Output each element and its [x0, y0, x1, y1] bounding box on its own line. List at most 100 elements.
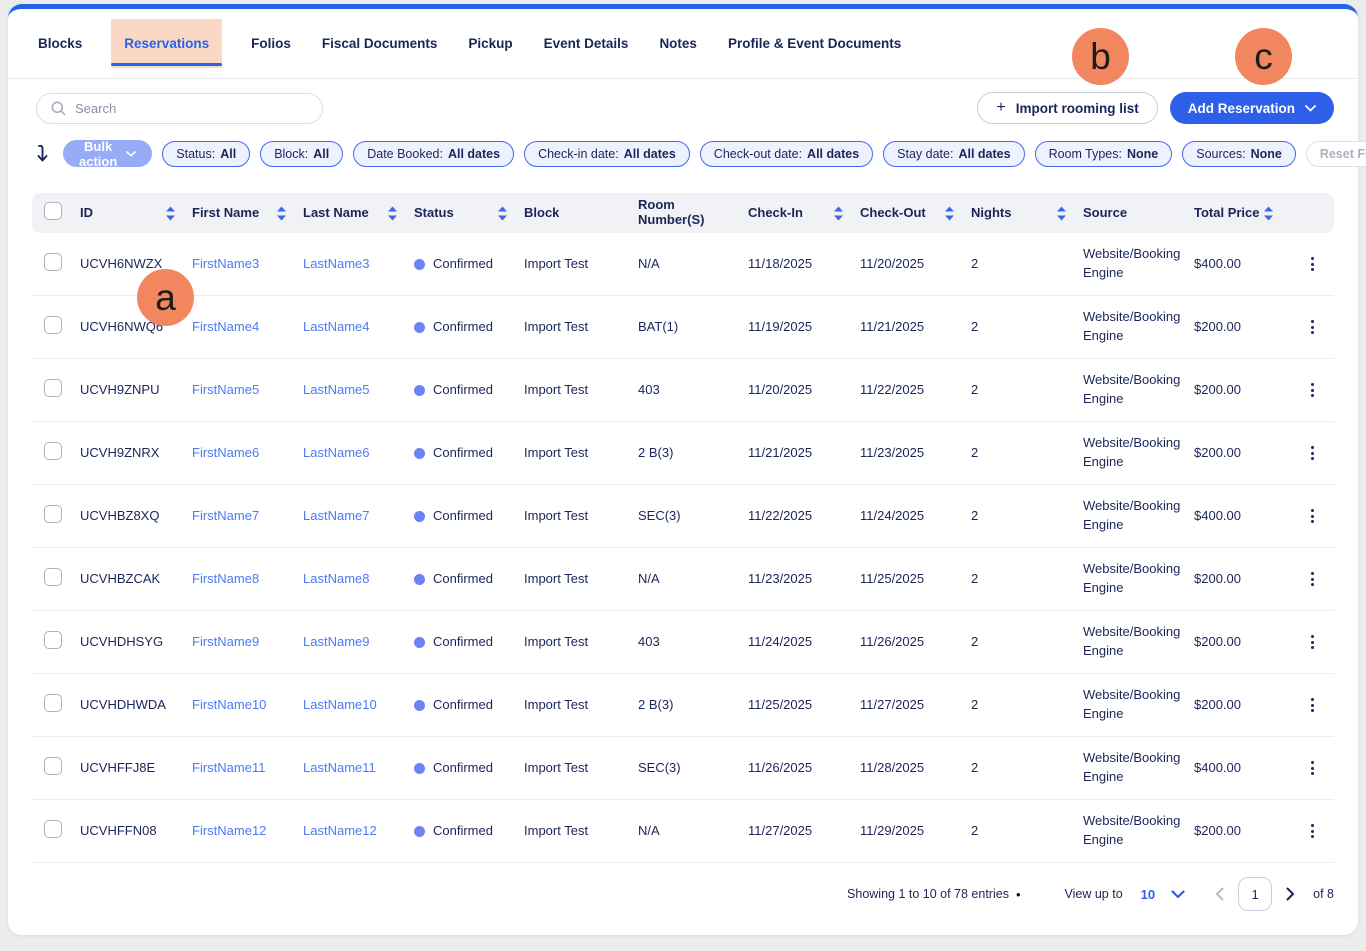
- sort-icon[interactable]: [833, 206, 844, 221]
- last-name-link[interactable]: LastName12: [303, 822, 414, 841]
- tab-profile-event-documents[interactable]: Profile & Event Documents: [726, 19, 903, 68]
- tab-event-details[interactable]: Event Details: [542, 19, 631, 68]
- row-checkbox[interactable]: [44, 757, 62, 775]
- row-menu-button[interactable]: [1305, 253, 1320, 275]
- row-checkbox[interactable]: [44, 442, 62, 460]
- block-cell: Import Test: [524, 381, 638, 400]
- col-header-last-name[interactable]: Last Name: [303, 206, 414, 221]
- last-name-link[interactable]: LastName8: [303, 570, 414, 589]
- search-input[interactable]: [75, 101, 308, 116]
- row-menu-button[interactable]: [1305, 568, 1320, 590]
- row-checkbox[interactable]: [44, 631, 62, 649]
- sort-icon[interactable]: [276, 206, 287, 221]
- last-name-link[interactable]: LastName5: [303, 381, 414, 400]
- first-name-link[interactable]: FirstName6: [192, 444, 303, 463]
- first-name-link[interactable]: FirstName12: [192, 822, 303, 841]
- filter-chip-stay-date[interactable]: Stay date:All dates: [883, 141, 1024, 167]
- export-icon[interactable]: [36, 144, 50, 164]
- col-header-checkin[interactable]: Check-In: [748, 206, 860, 221]
- tab-pickup[interactable]: Pickup: [466, 19, 514, 68]
- tab-fiscal-documents[interactable]: Fiscal Documents: [320, 19, 440, 68]
- last-name-link[interactable]: LastName9: [303, 633, 414, 652]
- first-name-link[interactable]: FirstName5: [192, 381, 303, 400]
- filter-chip-block[interactable]: Block:All: [260, 141, 343, 167]
- last-name-link[interactable]: LastName6: [303, 444, 414, 463]
- checkout-cell: 11/25/2025: [860, 570, 971, 589]
- col-header-status[interactable]: Status: [414, 206, 524, 221]
- add-reservation-button[interactable]: Add Reservation: [1170, 92, 1334, 124]
- row-checkbox[interactable]: [44, 379, 62, 397]
- chip-label: Status:: [176, 147, 215, 161]
- filter-chip-date-booked[interactable]: Date Booked:All dates: [353, 141, 514, 167]
- row-checkbox[interactable]: [44, 568, 62, 586]
- filter-chip-checkout-date[interactable]: Check-out date:All dates: [700, 141, 873, 167]
- reset-filters-button[interactable]: Reset Filters: [1306, 141, 1366, 167]
- last-name-link[interactable]: LastName3: [303, 255, 414, 274]
- col-header-checkout[interactable]: Check-Out: [860, 206, 971, 221]
- last-name-link[interactable]: LastName4: [303, 318, 414, 337]
- room-number-cell: 403: [638, 633, 748, 652]
- tab-reservations[interactable]: Reservations: [111, 19, 222, 68]
- col-header-first-name[interactable]: First Name: [192, 206, 303, 221]
- sort-icon[interactable]: [944, 206, 955, 221]
- status-label: Confirmed: [433, 822, 493, 841]
- first-name-link[interactable]: FirstName10: [192, 696, 303, 715]
- last-name-link[interactable]: LastName10: [303, 696, 414, 715]
- chip-label: Check-out date:: [714, 147, 802, 161]
- row-checkbox[interactable]: [44, 316, 62, 334]
- table-row: UCVH9ZNPU FirstName5 LastName5 Confirmed…: [32, 359, 1334, 422]
- tab-notes[interactable]: Notes: [657, 19, 699, 68]
- import-rooming-list-button[interactable]: + Import rooming list: [977, 92, 1157, 124]
- first-name-link[interactable]: FirstName3: [192, 255, 303, 274]
- sort-icon[interactable]: [387, 206, 398, 221]
- total-price-cell: $200.00: [1194, 444, 1290, 463]
- first-name-link[interactable]: FirstName9: [192, 633, 303, 652]
- select-all-checkbox[interactable]: [44, 202, 62, 220]
- row-menu-button[interactable]: [1305, 631, 1320, 653]
- row-menu-button[interactable]: [1305, 442, 1320, 464]
- row-menu-button[interactable]: [1305, 757, 1320, 779]
- sort-icon[interactable]: [497, 206, 508, 221]
- sort-icon[interactable]: [1056, 206, 1067, 221]
- page-size-chevron-icon[interactable]: [1171, 890, 1185, 899]
- col-label: Source: [1083, 206, 1127, 221]
- first-name-link[interactable]: FirstName4: [192, 318, 303, 337]
- row-checkbox[interactable]: [44, 505, 62, 523]
- page-size-value[interactable]: 10: [1141, 887, 1155, 902]
- first-name-link[interactable]: FirstName7: [192, 507, 303, 526]
- col-header-source: Source: [1083, 206, 1194, 221]
- row-checkbox[interactable]: [44, 253, 62, 271]
- prev-page-button[interactable]: [1211, 883, 1228, 905]
- col-header-nights[interactable]: Nights: [971, 206, 1083, 221]
- row-menu-button[interactable]: [1305, 694, 1320, 716]
- row-menu-button[interactable]: [1305, 316, 1320, 338]
- status-cell: Confirmed: [414, 381, 524, 400]
- last-name-link[interactable]: LastName11: [303, 759, 414, 778]
- first-name-link[interactable]: FirstName11: [192, 759, 303, 778]
- filter-chip-status[interactable]: Status:All: [162, 141, 250, 167]
- bulk-action-button[interactable]: Bulk action: [63, 140, 152, 167]
- col-label: Check-Out: [860, 206, 926, 221]
- bulk-action-label: Bulk action: [79, 139, 117, 169]
- row-checkbox[interactable]: [44, 820, 62, 838]
- col-header-id[interactable]: ID: [80, 206, 192, 221]
- room-number-cell: N/A: [638, 570, 748, 589]
- current-page-input[interactable]: 1: [1238, 877, 1272, 911]
- sort-icon[interactable]: [1263, 206, 1274, 221]
- first-name-link[interactable]: FirstName8: [192, 570, 303, 589]
- tab-label: Notes: [659, 36, 697, 51]
- tab-folios[interactable]: Folios: [249, 19, 293, 68]
- filter-chip-sources[interactable]: Sources:None: [1182, 141, 1296, 167]
- sort-icon[interactable]: [165, 206, 176, 221]
- row-menu-button[interactable]: [1305, 505, 1320, 527]
- row-menu-button[interactable]: [1305, 820, 1320, 842]
- next-page-button[interactable]: [1282, 883, 1299, 905]
- col-header-total-price[interactable]: Total Price: [1194, 206, 1290, 221]
- row-menu-button[interactable]: [1305, 379, 1320, 401]
- row-checkbox[interactable]: [44, 694, 62, 712]
- last-name-link[interactable]: LastName7: [303, 507, 414, 526]
- status-label: Confirmed: [433, 759, 493, 778]
- filter-chip-checkin-date[interactable]: Check-in date:All dates: [524, 141, 690, 167]
- filter-chip-room-types[interactable]: Room Types:None: [1035, 141, 1173, 167]
- tab-blocks[interactable]: Blocks: [36, 19, 84, 68]
